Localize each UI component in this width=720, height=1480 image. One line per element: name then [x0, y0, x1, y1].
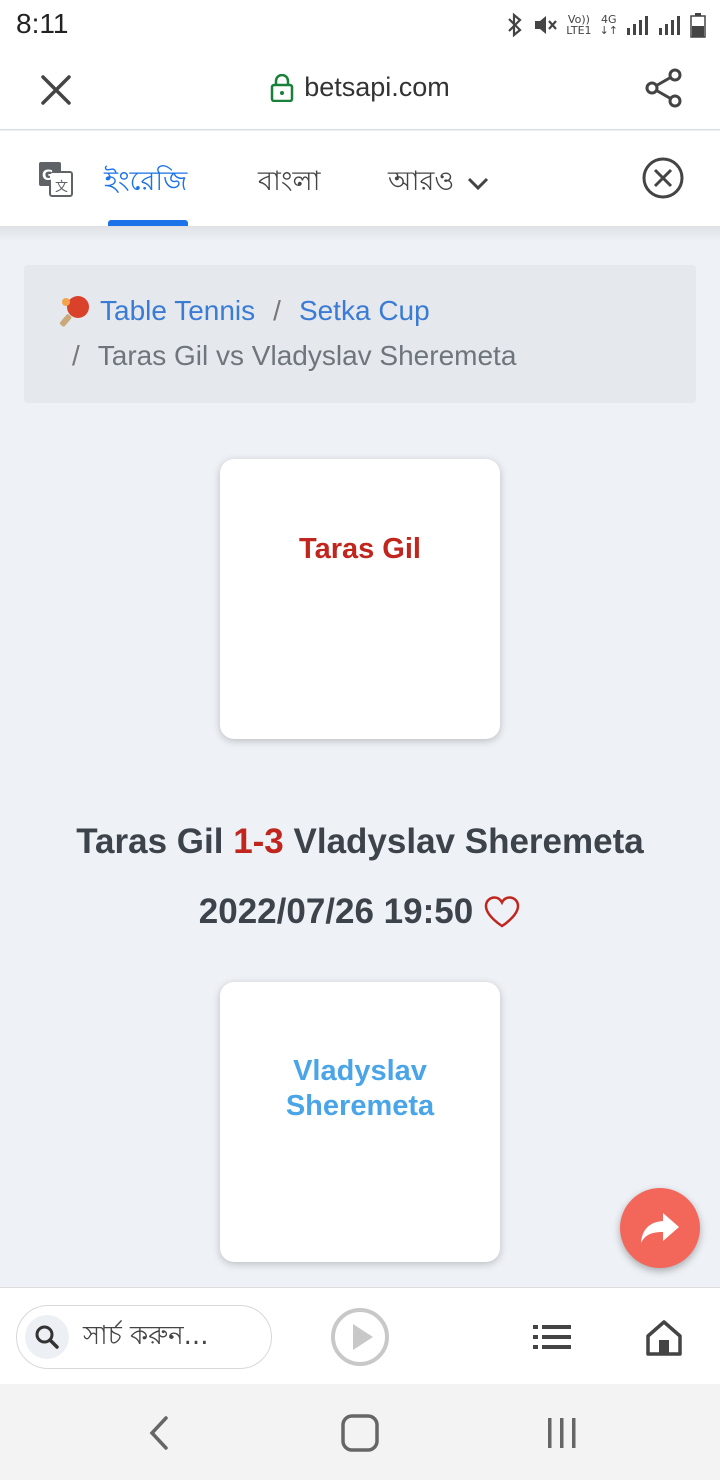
nav-back-button[interactable] [146, 1414, 172, 1452]
url-text: betsapi.com [304, 72, 450, 102]
away-team-name: Vladyslav Sheremeta [285, 1055, 435, 1122]
bluetooth-icon [508, 12, 522, 38]
close-circle-icon [642, 157, 684, 199]
breadcrumb-sport-link[interactable]: Table Tennis [100, 295, 255, 327]
search-placeholder: সার্চ করুন... [83, 1321, 209, 1351]
breadcrumb-separator: / [273, 295, 281, 326]
tab-english[interactable]: ইংরেজি [104, 161, 187, 206]
match-datetime: 2022/07/26 19:50 [198, 892, 474, 931]
chevron-down-icon [468, 177, 489, 190]
more-label: আরও [388, 166, 455, 197]
match-datetime-row: 2022/07/26 19:50 [0, 892, 720, 932]
home-team-name: Taras Gil [299, 533, 421, 565]
svg-text:文: 文 [55, 180, 68, 195]
signal-icon-2 [659, 16, 680, 35]
share-fab-button[interactable] [620, 1188, 700, 1268]
match-title: Taras Gil 1-3 Vladyslav Sheremeta [0, 822, 720, 862]
url-field[interactable]: betsapi.com [0, 72, 720, 103]
share-icon [645, 68, 682, 108]
google-translate-icon[interactable]: G文 [38, 161, 74, 197]
home-team-card[interactable]: Taras Gil [220, 459, 500, 739]
network-label: Vo)) LTE1 [566, 13, 592, 37]
table-tennis-icon [60, 296, 89, 327]
nav-home-button[interactable] [340, 1414, 380, 1452]
breadcrumb: Table Tennis / Setka Cup / Taras Gil vs … [24, 265, 696, 403]
share-button[interactable] [642, 66, 686, 110]
breadcrumb-separator: / [72, 340, 80, 371]
match-score: 1-3 [233, 822, 284, 861]
system-nav-bar [0, 1384, 720, 1480]
mute-icon [535, 16, 558, 34]
translate-bar-shadow [0, 227, 720, 241]
heart-icon[interactable] [483, 895, 521, 929]
play-button[interactable] [330, 1307, 390, 1367]
recent-apps-icon [548, 1418, 576, 1448]
status-bar: 8:11 Vo)) LTE1 4G ↓↑ [0, 0, 720, 52]
breadcrumb-league-link[interactable]: Setka Cup [299, 295, 430, 327]
signal-icon-1 [627, 16, 648, 35]
forward-arrow-icon [641, 1213, 679, 1243]
home-button[interactable] [644, 1318, 684, 1358]
list-icon [533, 1325, 571, 1349]
battery-icon [690, 13, 706, 38]
match-home-name: Taras Gil [76, 822, 224, 861]
more-languages-button[interactable]: আরও [388, 161, 490, 206]
list-button[interactable] [532, 1320, 572, 1354]
data-indicator: 4G ↓↑ [599, 13, 618, 37]
address-bar: betsapi.com [0, 52, 720, 130]
lock-icon [270, 73, 294, 102]
bottom-toolbar: সার্চ করুন... [0, 1287, 720, 1384]
search-input[interactable]: সার্চ করুন... [16, 1305, 272, 1369]
svg-text:G: G [42, 168, 54, 184]
status-icons: Vo)) LTE1 4G ↓↑ [506, 8, 706, 42]
breadcrumb-current: Taras Gil vs Vladyslav Sheremeta [97, 340, 517, 371]
nav-recent-apps-button[interactable] [544, 1416, 580, 1450]
translate-bar: G文 ইংরেজি বাংলা আরও [0, 131, 720, 227]
back-icon [149, 1416, 168, 1450]
home-square-icon [341, 1414, 379, 1452]
away-team-card[interactable]: Vladyslav Sheremeta [220, 982, 500, 1262]
close-translate-button[interactable] [640, 155, 686, 201]
status-time: 8:11 [16, 8, 69, 39]
tab-bangla[interactable]: বাংলা [258, 161, 320, 206]
play-icon [331, 1308, 389, 1366]
match-away-name: Vladyslav Sheremeta [293, 822, 644, 861]
active-tab-indicator [108, 220, 188, 226]
search-icon [25, 1315, 69, 1359]
home-icon [646, 1320, 682, 1356]
